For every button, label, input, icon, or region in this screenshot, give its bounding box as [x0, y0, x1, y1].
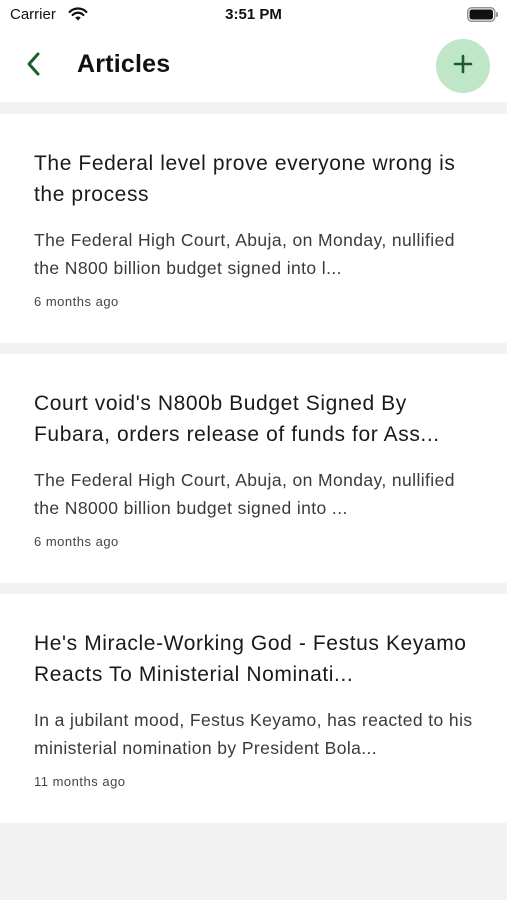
app-header: Articles [0, 30, 507, 102]
battery-icon [467, 7, 499, 27]
chevron-left-icon [24, 51, 44, 82]
status-bar: Carrier 3:51 PM [0, 0, 507, 30]
article-card[interactable]: He's Miracle-Working God - Festus Keyamo… [0, 594, 507, 823]
article-card[interactable]: Court void's N800b Budget Signed By Fuba… [0, 354, 507, 583]
article-excerpt: In a jubilant mood, Festus Keyamo, has r… [34, 710, 473, 758]
article-title: The Federal level prove everyone wrong i… [34, 152, 456, 206]
article-excerpt: The Federal High Court, Abuja, on Monday… [34, 470, 455, 518]
plus-icon [452, 53, 474, 80]
article-card[interactable]: The Federal level prove everyone wrong i… [0, 114, 507, 343]
article-title: Court void's N800b Budget Signed By Fuba… [34, 392, 440, 446]
page-title: Articles [77, 50, 171, 78]
article-time: 11 months ago [34, 774, 126, 789]
back-button[interactable] [16, 48, 52, 84]
add-article-button[interactable] [436, 39, 490, 93]
article-excerpt: The Federal High Court, Abuja, on Monday… [34, 230, 455, 278]
status-time: 3:51 PM [225, 6, 282, 23]
article-time: 6 months ago [34, 294, 119, 309]
article-time: 6 months ago [34, 534, 119, 549]
article-title: He's Miracle-Working God - Festus Keyamo… [34, 632, 467, 686]
